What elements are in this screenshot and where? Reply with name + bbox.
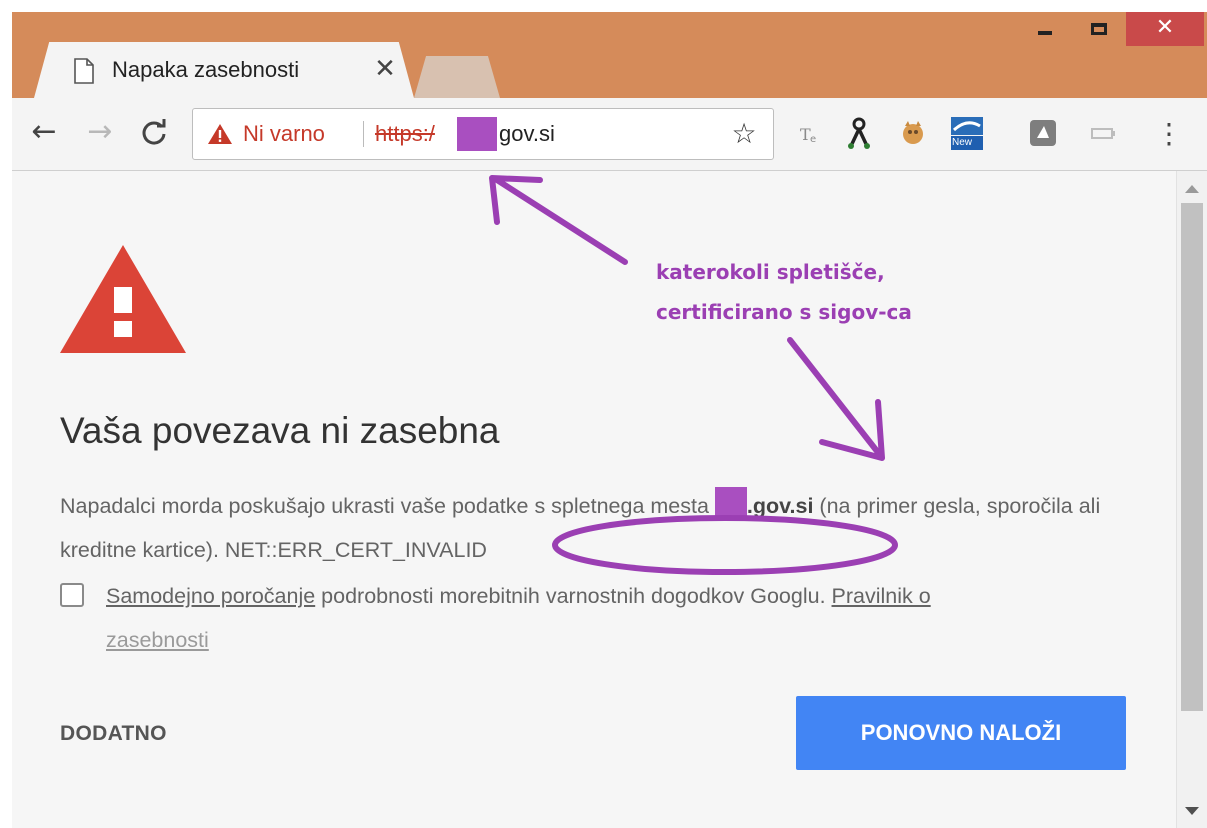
- maximize-icon: [1091, 23, 1107, 35]
- details-button[interactable]: DODATNO: [60, 719, 167, 749]
- menu-icon[interactable]: ⋮: [1154, 116, 1184, 152]
- close-icon: ✕: [1155, 15, 1175, 40]
- security-status-label[interactable]: Ni varno: [243, 119, 325, 149]
- scroll-up-arrow-icon[interactable]: [1185, 185, 1199, 193]
- tab-title: Napaka zasebnosti: [112, 57, 300, 82]
- tab-active[interactable]: Napaka zasebnosti ✕: [34, 42, 414, 98]
- battery-icon[interactable]: [1086, 116, 1120, 150]
- error-code: NET::ERR_CERT_INVALID: [224, 538, 487, 562]
- omnibox-separator: [363, 121, 364, 147]
- new-tab-button[interactable]: [414, 56, 500, 98]
- url-host: gov.si: [499, 121, 555, 146]
- reload-page-button[interactable]: PONOVNO NALOŽI: [796, 696, 1126, 770]
- browser-window: Napaka zasebnosti ✕ ✕ ← → Ni varno https…: [12, 12, 1207, 828]
- report-checkbox[interactable]: [60, 583, 84, 607]
- reload-button[interactable]: [136, 112, 172, 152]
- vertical-scrollbar[interactable]: [1176, 171, 1207, 828]
- report-description: podrobnosti morebitnih varnostnih dogodk…: [315, 584, 832, 608]
- scroll-down-arrow-icon[interactable]: [1185, 807, 1199, 815]
- minimize-button[interactable]: [1022, 12, 1068, 46]
- fox-icon[interactable]: [896, 116, 930, 150]
- annotation-line-2: certificirano s sigov-ca: [656, 300, 912, 324]
- svg-text:e: e: [810, 134, 816, 145]
- privacy-policy-link-continued[interactable]: zasebnosti: [106, 628, 209, 652]
- annotation-note: katerokoli spletišče, certificirano s si…: [656, 252, 912, 332]
- automatic-reporting-link[interactable]: Samodejno poročanje: [106, 584, 315, 608]
- minimize-icon: [1038, 31, 1052, 35]
- new-badge: New: [952, 137, 973, 148]
- new-extension-icon[interactable]: New: [950, 116, 984, 150]
- redaction-box: [457, 117, 497, 151]
- warning-paragraph: Napadalci morda poskušajo ukrasti vaše p…: [60, 484, 1120, 572]
- host-name: .gov.si: [746, 494, 814, 518]
- tinyeye-icon[interactable]: T e: [792, 116, 826, 150]
- annotation-line-1: katerokoli spletišče,: [656, 260, 885, 284]
- title-bar: Napaka zasebnosti ✕ ✕: [12, 12, 1207, 98]
- page-heading: Vaša povezava ni zasebna: [60, 410, 500, 451]
- back-button[interactable]: ←: [26, 112, 62, 152]
- bookmark-star-icon[interactable]: ☆: [727, 117, 761, 151]
- warning-triangle-icon: [208, 124, 232, 144]
- warning-text: Napadalci morda poskušajo ukrasti vaše p…: [60, 494, 715, 518]
- address-bar[interactable]: Ni varno https:/ gov.si ☆: [192, 108, 774, 160]
- person-figure-icon[interactable]: [842, 116, 876, 150]
- report-checkbox-label: Samodejno poročanje podrobnosti morebitn…: [106, 574, 1116, 662]
- maximize-button[interactable]: [1076, 12, 1122, 46]
- redaction-box: [714, 487, 747, 521]
- privacy-policy-link[interactable]: Pravilnik o: [832, 584, 931, 608]
- close-window-button[interactable]: ✕: [1126, 12, 1204, 46]
- forward-button[interactable]: →: [82, 112, 118, 152]
- document-icon: [74, 58, 94, 84]
- danger-triangle-icon: [60, 245, 186, 353]
- url-scheme: https:/: [375, 121, 435, 146]
- interstitial-page: Vaša povezava ni zasebna Napadalci morda…: [12, 171, 1176, 828]
- gray-square-icon[interactable]: [1026, 116, 1060, 150]
- reload-icon: [142, 119, 166, 145]
- toolbar: ← → Ni varno https:/ gov.si ☆ T e New ⋮: [12, 98, 1207, 171]
- tab-close-icon[interactable]: ✕: [370, 54, 400, 84]
- scroll-thumb[interactable]: [1181, 203, 1203, 711]
